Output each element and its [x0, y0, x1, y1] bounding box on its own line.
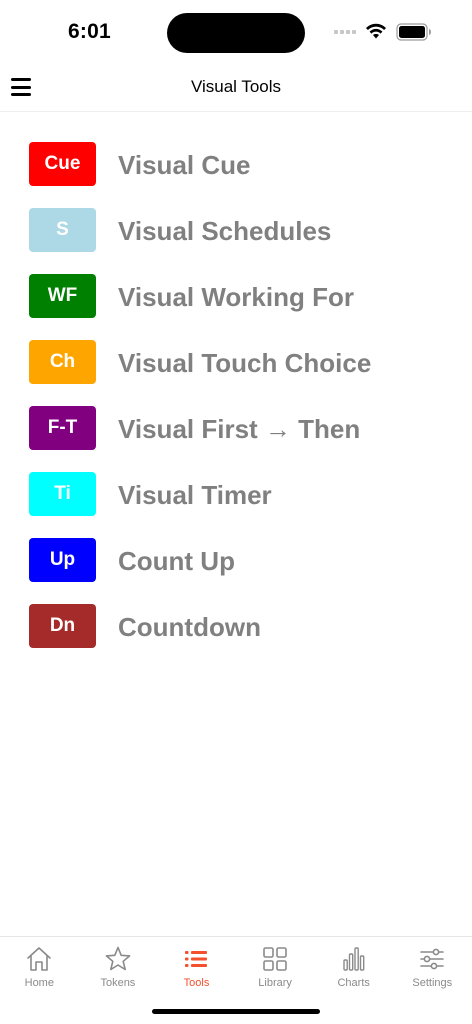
bar-chart-icon [342, 947, 365, 971]
tool-row-count-up[interactable]: Up Count Up [0, 536, 472, 586]
tool-label: Visual Cue [118, 150, 251, 180]
tool-label: Visual Timer [118, 480, 272, 510]
sliders-icon [420, 948, 445, 970]
status-time: 6:01 [68, 20, 111, 43]
tool-label: Countdown [118, 612, 261, 642]
tool-badge: Dn [29, 604, 96, 648]
tool-row-countdown[interactable]: Dn Countdown [0, 602, 472, 652]
tool-row-visual-first-then[interactable]: F-T Visual First → Then [0, 404, 472, 454]
navigation-bar: Visual Tools [0, 64, 472, 112]
tab-label: Tools [183, 977, 210, 989]
grid-icon [263, 947, 287, 971]
list-icon [185, 951, 208, 967]
page-title: Visual Tools [190, 77, 282, 96]
tab-tools[interactable]: Tools [157, 937, 236, 997]
tool-label: Visual Working For [118, 282, 354, 312]
tool-row-visual-working-for[interactable]: WF Visual Working For [0, 272, 472, 322]
tool-row-visual-cue[interactable]: Cue Visual Cue [0, 140, 472, 190]
tool-badge: F-T [29, 406, 96, 450]
wifi-icon [366, 23, 386, 39]
tab-label: Charts [337, 977, 370, 989]
tool-row-visual-touch-choice[interactable]: Ch Visual Touch Choice [0, 338, 472, 388]
dynamic-island [167, 13, 305, 53]
tool-label: Count Up [118, 546, 235, 576]
star-icon [105, 946, 131, 971]
battery-icon [396, 23, 431, 41]
tab-settings[interactable]: Settings [393, 937, 472, 997]
tab-label: Library [258, 977, 292, 989]
tab-library[interactable]: Library [236, 937, 315, 997]
tool-row-visual-schedules[interactable]: S Visual Schedules [0, 206, 472, 256]
tool-badge: Ch [29, 340, 96, 384]
tool-badge: WF [29, 274, 96, 318]
tool-label: Visual Schedules [118, 216, 332, 246]
tab-charts[interactable]: Charts [314, 937, 393, 997]
tab-home[interactable]: Home [0, 937, 79, 997]
tab-label: Tokens [100, 977, 136, 989]
status-bar: 6:01 [0, 0, 472, 64]
tool-badge: Up [29, 538, 96, 582]
tab-label: Home [24, 977, 54, 989]
tool-label: Visual Touch Choice [118, 348, 372, 378]
tool-label: Visual First → Then [118, 414, 361, 444]
home-icon [27, 947, 52, 971]
tab-tokens[interactable]: Tokens [79, 937, 158, 997]
cellular-signal-icon [334, 30, 356, 34]
home-indicator [152, 1009, 320, 1014]
tool-badge: Ti [29, 472, 96, 516]
tool-badge: Cue [29, 142, 96, 186]
tool-badge: S [29, 208, 96, 252]
tool-row-visual-timer[interactable]: Ti Visual Timer [0, 470, 472, 520]
tab-label: Settings [412, 977, 453, 989]
